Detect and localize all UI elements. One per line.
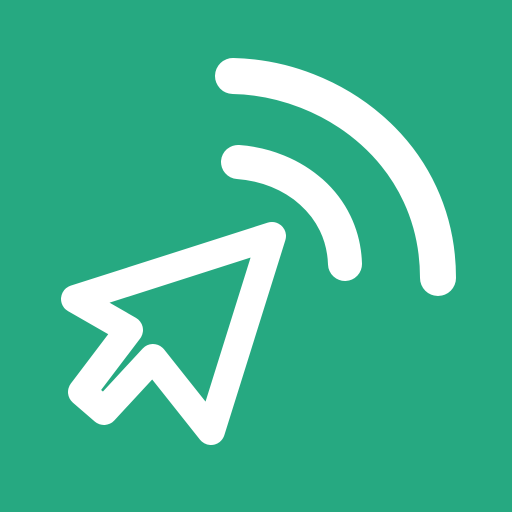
app-icon bbox=[0, 0, 512, 512]
app-icon-graphic bbox=[0, 0, 512, 512]
